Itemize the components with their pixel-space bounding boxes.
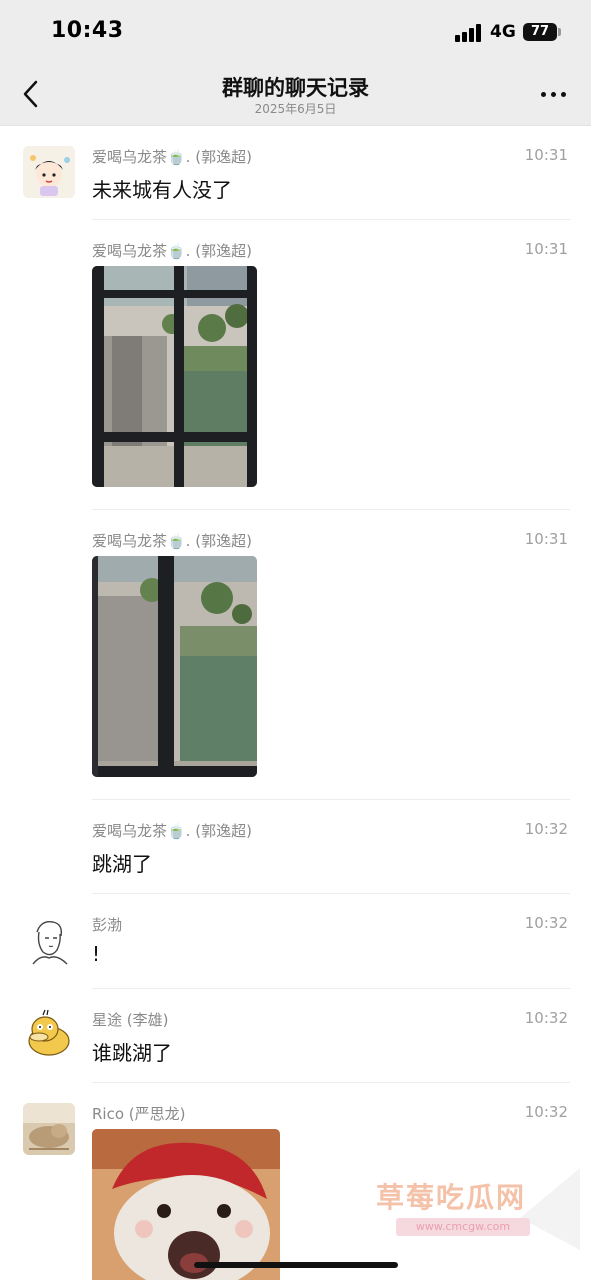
avatar[interactable] [23, 1103, 75, 1155]
sticker-image[interactable] [92, 1129, 280, 1280]
avatar[interactable] [23, 146, 75, 198]
signal-icon [455, 24, 485, 42]
list-item: 爱喝乌龙茶🍵. (郭逸超) 10:32 跳湖了 [0, 800, 591, 894]
sender-name: Rico (严思龙) [92, 1105, 186, 1123]
page-title: 群聊的聊天记录 [222, 76, 369, 100]
list-item: 星途 (李雄) 10:32 谁跳湖了 [0, 989, 591, 1083]
chat-image[interactable] [92, 266, 257, 487]
watermark-text: 草莓吃瓜网 [376, 1181, 527, 1214]
home-indicator[interactable] [194, 1262, 398, 1268]
sender-name: 爱喝乌龙茶🍵. (郭逸超) [92, 148, 252, 166]
page-subtitle: 2025年6月5日 [254, 102, 337, 116]
list-item: 彭渤 10:32 ! [0, 894, 591, 989]
watermark-arrow [520, 1168, 580, 1250]
sender-name: 彭渤 [92, 916, 123, 934]
nav-bar: 群聊的聊天记录 2025年6月5日 [0, 62, 591, 126]
message-time: 10:32 [524, 1009, 568, 1027]
message-time: 10:32 [524, 1103, 568, 1121]
more-dots-icon[interactable] [540, 80, 568, 108]
network-type: 4G [490, 22, 516, 42]
avatar[interactable] [23, 1007, 75, 1059]
list-item: 爱喝乌龙茶🍵. (郭逸超) 10:31 [0, 510, 591, 800]
sender-name: 爱喝乌龙茶🍵. (郭逸超) [92, 532, 252, 550]
status-bar: 10:43 4G 77 [0, 0, 591, 62]
message-text: 未来城有人没了 [92, 178, 232, 202]
message-time: 10:32 [524, 820, 568, 838]
message-time: 10:31 [524, 146, 568, 164]
sender-name: 星途 (李雄) [92, 1011, 169, 1029]
message-time: 10:31 [524, 240, 568, 258]
watermark-url: www.cmcgw.com [396, 1218, 530, 1236]
chat-image[interactable] [92, 556, 257, 777]
status-time: 10:43 [51, 18, 124, 43]
message-text: 谁跳湖了 [92, 1041, 172, 1065]
list-item: 爱喝乌龙茶🍵. (郭逸超) 10:31 [0, 220, 591, 510]
battery-tip [558, 28, 561, 36]
list-item: 爱喝乌龙茶🍵. (郭逸超) 10:31 未来城有人没了 [0, 126, 591, 220]
battery-icon: 77 [523, 23, 557, 41]
message-time: 10:31 [524, 530, 568, 548]
message-text: 跳湖了 [92, 852, 152, 876]
sender-name: 爱喝乌龙茶🍵. (郭逸超) [92, 822, 252, 840]
message-time: 10:32 [524, 914, 568, 932]
message-text: ! [92, 942, 101, 966]
sender-name: 爱喝乌龙茶🍵. (郭逸超) [92, 242, 252, 260]
avatar[interactable] [23, 914, 75, 966]
